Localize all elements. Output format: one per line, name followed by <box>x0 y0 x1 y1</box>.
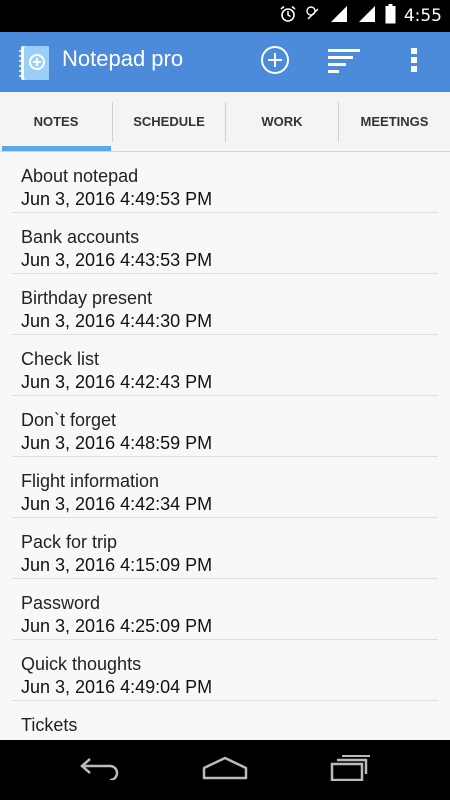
note-date: Jun 3, 2016 4:48:59 PM <box>21 433 213 453</box>
note-title: Don`t forget <box>21 410 117 430</box>
note-date: Jun 3, 2016 4:42:43 PM <box>21 372 213 392</box>
tab-selected-indicator <box>2 146 111 151</box>
tab-label: WORK <box>261 114 303 129</box>
note-title: Flight information <box>21 471 160 491</box>
note-date: Jun 3, 2016 4:15:09 PM <box>21 555 213 575</box>
notes-list[interactable]: About notepad Jun 3, 2016 4:49:53 PM Ban… <box>0 152 450 740</box>
list-item[interactable]: Tickets <box>12 701 438 740</box>
signal-icon <box>305 5 321 27</box>
note-date: Jun 3, 2016 4:44:30 PM <box>21 311 213 331</box>
add-circle-icon <box>260 45 290 79</box>
note-title: Bank accounts <box>21 227 140 247</box>
note-title: Tickets <box>21 715 78 735</box>
tab-label: SCHEDULE <box>133 114 205 129</box>
note-title: About notepad <box>21 166 139 186</box>
app-bar: Notepad pro <box>0 32 450 92</box>
app-title: Notepad pro <box>62 46 184 71</box>
note-date: Jun 3, 2016 4:42:34 PM <box>21 494 213 514</box>
list-item[interactable]: Birthday present Jun 3, 2016 4:44:30 PM <box>12 274 438 335</box>
list-item[interactable]: About notepad Jun 3, 2016 4:49:53 PM <box>12 152 438 213</box>
note-title: Check list <box>21 349 100 369</box>
navigation-bar <box>0 740 450 800</box>
tab-label: NOTES <box>33 114 79 129</box>
recents-button[interactable] <box>310 740 390 800</box>
cell-signal-icon <box>357 5 377 27</box>
tab-bar: NOTES SCHEDULE WORK MEETINGS <box>0 92 450 152</box>
tab-notes[interactable]: NOTES <box>0 92 112 151</box>
sort-icon <box>328 47 362 77</box>
list-item[interactable]: Bank accounts Jun 3, 2016 4:43:53 PM <box>12 213 438 274</box>
note-title: Quick thoughts <box>21 654 142 674</box>
add-note-button[interactable] <box>250 32 300 92</box>
overflow-menu-button[interactable] <box>392 32 436 92</box>
tab-schedule[interactable]: SCHEDULE <box>113 92 225 151</box>
note-date: Jun 3, 2016 4:43:53 PM <box>21 250 213 270</box>
sort-button[interactable] <box>320 32 370 92</box>
home-button[interactable] <box>185 740 265 800</box>
tab-meetings[interactable]: MEETINGS <box>339 92 450 151</box>
status-bar: 4:55 <box>0 0 450 32</box>
back-button[interactable] <box>60 740 140 800</box>
list-item[interactable]: Password Jun 3, 2016 4:25:09 PM <box>12 579 438 640</box>
note-title: Password <box>21 593 101 613</box>
status-icons: 4:55 <box>279 0 442 32</box>
wifi-icon <box>329 5 349 27</box>
list-item[interactable]: Flight information Jun 3, 2016 4:42:34 P… <box>12 457 438 518</box>
status-time: 4:55 <box>403 6 442 26</box>
note-date: Jun 3, 2016 4:25:09 PM <box>21 616 213 636</box>
note-title: Pack for trip <box>21 532 118 552</box>
back-icon <box>78 756 122 784</box>
note-date: Jun 3, 2016 4:49:53 PM <box>21 189 213 209</box>
home-icon <box>201 756 249 784</box>
notepad-app-icon[interactable] <box>18 45 52 81</box>
note-date: Jun 3, 2016 4:49:04 PM <box>21 677 213 697</box>
overflow-menu-icon <box>410 47 418 77</box>
recents-icon <box>328 755 372 785</box>
tab-label: MEETINGS <box>360 114 429 129</box>
note-title: Birthday present <box>21 288 153 308</box>
list-item[interactable]: Quick thoughts Jun 3, 2016 4:49:04 PM <box>12 640 438 701</box>
list-item[interactable]: Pack for trip Jun 3, 2016 4:15:09 PM <box>12 518 438 579</box>
list-item[interactable]: Don`t forget Jun 3, 2016 4:48:59 PM <box>12 396 438 457</box>
battery-icon <box>385 4 396 28</box>
list-item[interactable]: Check list Jun 3, 2016 4:42:43 PM <box>12 335 438 396</box>
tab-work[interactable]: WORK <box>226 92 338 151</box>
alarm-icon <box>279 5 297 27</box>
